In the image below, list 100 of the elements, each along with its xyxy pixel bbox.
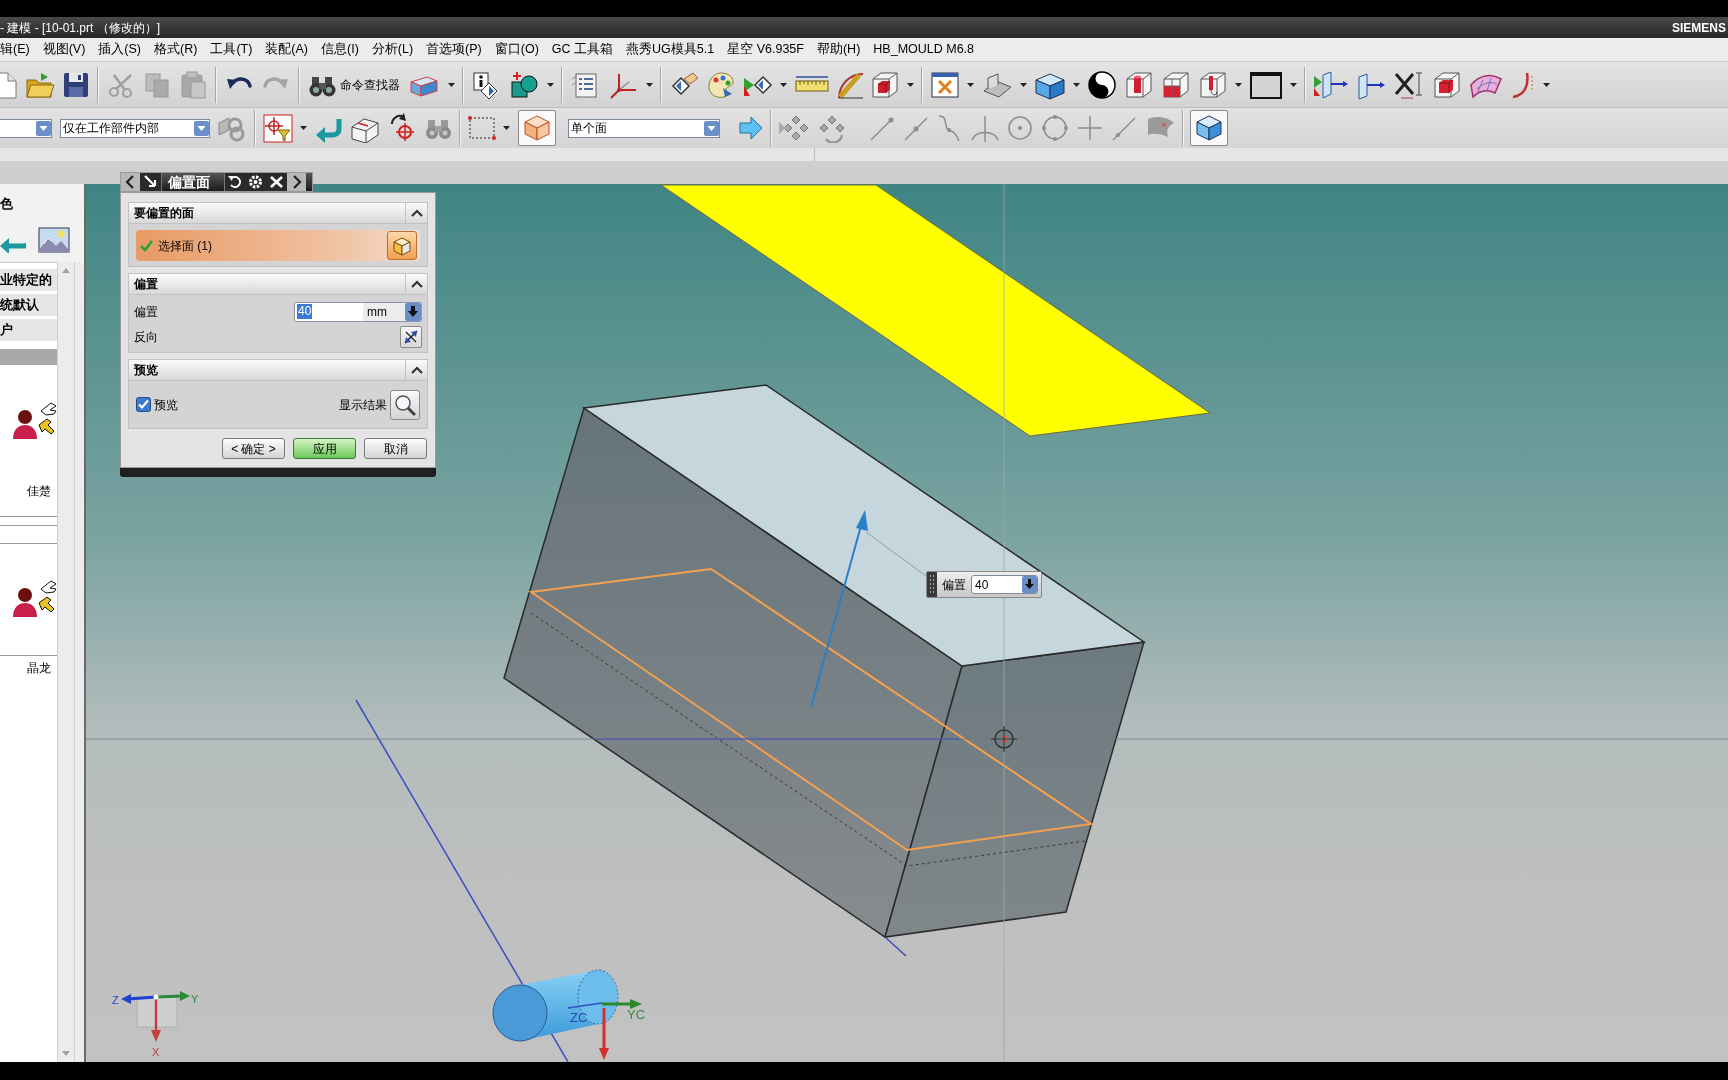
shapes-icon[interactable] xyxy=(508,69,540,100)
offset-direction-arrow[interactable] xyxy=(810,510,868,708)
group-header-bar xyxy=(0,349,57,365)
dropdown-arrow-icon[interactable] xyxy=(300,126,307,130)
menu-item[interactable]: 窗口(O) xyxy=(494,40,539,59)
menu-item[interactable]: 格式(R) xyxy=(154,40,198,59)
grid-box-icon[interactable] xyxy=(1161,69,1191,100)
menu-item[interactable]: 视图(V) xyxy=(42,40,86,59)
cursor-icon xyxy=(990,725,1018,753)
selection-row[interactable]: 选择面 (1) xyxy=(136,230,420,261)
selection-filter-icon[interactable] xyxy=(262,113,294,143)
dotted-rectangle-icon[interactable] xyxy=(467,113,497,143)
blank-window-icon[interactable] xyxy=(1249,69,1283,100)
dropdown-arrow-icon[interactable] xyxy=(967,82,974,87)
wcs-x-arrow xyxy=(599,1008,609,1060)
face-rule-dropdown[interactable]: 单个面 xyxy=(568,118,720,138)
offset-handle[interactable]: 偏置 40 xyxy=(926,571,1042,598)
checkbox-label: 预览 xyxy=(154,396,178,414)
axis-label: ZC xyxy=(570,1010,588,1025)
category-row[interactable]: 业特定的 xyxy=(0,269,57,291)
menu-item[interactable]: 装配(A) xyxy=(265,40,308,59)
handle-value-field[interactable]: 40 xyxy=(971,575,1038,594)
menu-item[interactable]: 星空 V6.935F xyxy=(727,40,804,59)
cylinder-box-icon[interactable] xyxy=(1124,69,1154,100)
chevron-up-icon[interactable] xyxy=(410,366,423,374)
menu-item[interactable]: 工具(T) xyxy=(210,40,253,59)
palette-icon[interactable] xyxy=(706,69,736,100)
face-picker-button[interactable] xyxy=(387,231,417,260)
wcs-y-arrow xyxy=(602,999,642,1009)
datum-line xyxy=(884,936,907,957)
triad-origin xyxy=(153,994,159,1000)
dropdown-arrow-icon[interactable] xyxy=(1235,82,1242,87)
menu-item[interactable]: 燕秀UG模具5.1 xyxy=(626,40,715,59)
dropdown-arrow-icon[interactable] xyxy=(448,82,455,87)
unit-label: mm xyxy=(363,302,405,321)
menu-item[interactable]: 分析(L) xyxy=(371,40,414,59)
menu-item[interactable]: HB_MOULD M6.8 xyxy=(873,40,975,59)
dialog-button[interactable]: < 确定 > xyxy=(222,438,285,459)
category-row[interactable]: 户 xyxy=(0,319,57,341)
dialog-button[interactable]: 应用 xyxy=(293,438,356,459)
axis-label: Y xyxy=(191,993,199,1005)
axis-line xyxy=(567,1002,603,1009)
dropdown-arrow-icon[interactable] xyxy=(907,82,914,87)
menu-item[interactable]: 帮助(H) xyxy=(816,40,861,59)
cross-dimension-icon[interactable] xyxy=(1393,69,1425,100)
dropdown-arrow-icon[interactable] xyxy=(547,82,554,87)
dropdown-arrow-icon[interactable] xyxy=(503,126,510,130)
menu-item[interactable]: 插入(S) xyxy=(98,40,141,59)
circle-quadrant-icon[interactable] xyxy=(1040,113,1070,143)
dropdown-arrow-icon[interactable] xyxy=(1290,82,1297,87)
menu-item[interactable]: 首选项(P) xyxy=(426,40,482,59)
landscape-icon[interactable] xyxy=(38,226,70,254)
axis-label: X xyxy=(152,1046,160,1058)
leader-line xyxy=(865,531,927,577)
dropdown-arrow-icon[interactable] xyxy=(1073,82,1080,87)
triad-x-arrow xyxy=(151,997,161,1042)
offset-input-field[interactable]: 40 mm xyxy=(294,301,422,322)
grip-icon[interactable] xyxy=(927,572,937,597)
role-name[interactable]: 佳楚 xyxy=(0,482,57,500)
circle-center-icon[interactable] xyxy=(1006,113,1034,143)
role-name[interactable]: 晶龙 xyxy=(0,659,57,677)
dropdown-arrow-icon[interactable] xyxy=(780,82,787,87)
dropdown-arrow-icon[interactable] xyxy=(1020,82,1027,87)
triad-y-arrow xyxy=(155,991,190,1001)
brand-logo: SIEMENS xyxy=(1672,19,1727,37)
scope-dropdown[interactable]: 仅在工作部件内部 xyxy=(60,118,210,138)
chevron-right-icon[interactable] xyxy=(287,173,306,191)
section-title: 要偏置的面 xyxy=(133,205,195,222)
menu-item[interactable]: 信息(I) xyxy=(321,40,359,59)
chevron-up-icon[interactable] xyxy=(410,280,423,288)
solid-cube-icon[interactable] xyxy=(1432,69,1462,100)
cube-icon[interactable] xyxy=(392,235,412,256)
view-arrow-icon[interactable] xyxy=(1313,69,1349,100)
diamond-points-icon[interactable] xyxy=(778,113,810,143)
section-title: 预览 xyxy=(133,362,159,379)
dropdown-arrow-icon[interactable] xyxy=(1543,82,1550,87)
triad-z-arrow xyxy=(121,994,157,1004)
close-icon[interactable] xyxy=(266,173,287,191)
panel-heading: 色 xyxy=(0,196,14,212)
reset-icon[interactable] xyxy=(225,173,245,191)
dropdown-arrow-icon[interactable] xyxy=(646,82,653,87)
chevron-left-icon[interactable] xyxy=(121,173,140,191)
value-text: 40 xyxy=(297,304,313,319)
menu-item[interactable]: 辑(E) xyxy=(0,40,30,59)
field-label: 反向 xyxy=(134,329,158,346)
field-label: 偏置 xyxy=(134,303,158,321)
category-row[interactable]: 统默认 xyxy=(0,294,57,316)
fit-view-icon[interactable] xyxy=(930,69,960,100)
window-title: - 建模 - [10-01.prt （修改的）] xyxy=(0,19,161,37)
checkbox[interactable] xyxy=(136,397,151,412)
command-finder-button[interactable]: 命令查找器 xyxy=(307,68,400,101)
chevron-up-icon[interactable] xyxy=(410,209,423,217)
handle-label: 偏置 xyxy=(942,576,966,594)
type-filter-dropdown[interactable] xyxy=(0,118,52,138)
dialog-button[interactable]: 取消 xyxy=(364,438,427,459)
pin-box-icon[interactable] xyxy=(1198,69,1228,100)
yin-yang-icon[interactable] xyxy=(1087,69,1117,100)
menu-item[interactable]: GC 工具箱 xyxy=(551,40,614,59)
axis-label: Z xyxy=(112,994,119,1006)
wireframe-cube-icon[interactable] xyxy=(870,69,900,100)
